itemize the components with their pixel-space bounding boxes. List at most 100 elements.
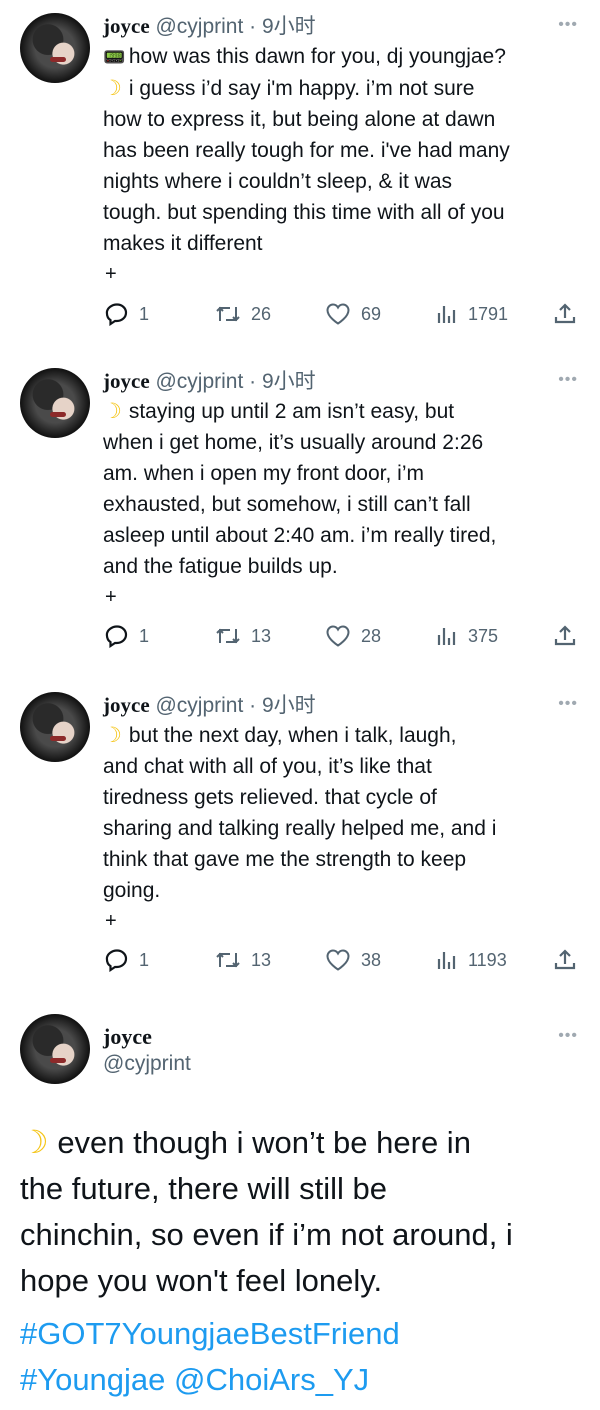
text-line: even though i won’t be here in — [57, 1125, 471, 1160]
views-icon — [437, 952, 456, 969]
text-line: sharing and talking really helped me, an… — [103, 817, 497, 840]
tweet-text: 📟 how was this dawn for you, dj youngjae… — [103, 41, 583, 290]
tweet-header: joyce @cyjprint · 9小时 — [103, 10, 316, 40]
hashtags: #GOT7YoungjaeBestFriend #Youngjae @ChoiA… — [20, 1311, 580, 1403]
retweet-button[interactable]: 13 — [215, 621, 271, 651]
display-name[interactable]: joyce — [103, 14, 150, 38]
user-handle[interactable]: @cyjprint — [155, 15, 243, 38]
timestamp[interactable]: · 9小时 — [243, 15, 316, 38]
pager-emoji: 📟 — [103, 47, 126, 67]
reply-button[interactable]: 1 — [105, 945, 149, 975]
text-line: makes it different — [103, 232, 263, 255]
like-count: 38 — [361, 949, 382, 970]
retweet-icon — [216, 306, 240, 322]
action-bar: 1 13 28 375 — [103, 621, 583, 651]
text-line: how was this dawn for you, dj youngjae? — [128, 45, 506, 68]
like-button[interactable]: 69 — [325, 299, 381, 329]
text-line: going. — [103, 879, 161, 902]
text-line: i guess i’d say i'm happy. i’m not sure — [128, 77, 475, 100]
text-line: exhausted, but somehow, i still can’t fa… — [103, 493, 471, 516]
views-button[interactable]: 1791 — [436, 299, 508, 329]
like-count: 28 — [361, 625, 382, 646]
tweet-header: joyce @cyjprint · 9小时 — [103, 365, 316, 395]
text-line: tiredness gets relieved. that cycle of — [103, 786, 437, 809]
share-icon — [554, 625, 576, 646]
text-line: hope you won't feel lonely. — [20, 1263, 383, 1298]
reply-button[interactable]: 1 — [105, 299, 149, 329]
reply-button[interactable]: 1 — [105, 621, 149, 651]
display-name[interactable]: joyce — [103, 1024, 152, 1050]
text-line: staying up until 2 am isn’t easy, but — [128, 400, 455, 423]
text-line: but the next day, when i talk, laugh, — [128, 724, 457, 747]
expand-plus[interactable]: + — [103, 582, 583, 613]
main-tweet-text: ☽ even though i won’t be here in the fut… — [20, 1119, 580, 1304]
action-bar: 1 13 38 1193 — [103, 945, 583, 975]
views-icon — [437, 306, 456, 323]
text-line: am. when i open my front door, i’m — [103, 462, 424, 485]
user-handle[interactable]: @cyjprint — [155, 694, 243, 717]
timestamp[interactable]: · 9小时 — [243, 370, 316, 393]
hashtag-link[interactable]: #GOT7YoungjaeBestFriend — [20, 1311, 580, 1357]
expand-plus[interactable]: + — [103, 259, 583, 290]
like-icon — [326, 303, 350, 325]
text-line: tough. but spending this time with all o… — [103, 201, 505, 224]
reply-icon — [105, 949, 128, 972]
like-count: 69 — [361, 303, 382, 324]
more-icon[interactable]: ••• — [558, 695, 578, 713]
text-line: has been really tough for me. i've had m… — [103, 139, 510, 162]
share-icon — [554, 303, 576, 324]
views-count: 1791 — [468, 303, 509, 324]
like-button[interactable]: 38 — [325, 945, 381, 975]
views-count: 1193 — [468, 949, 507, 970]
crescent-moon-emoji: ☽ — [103, 400, 122, 423]
tweet-text: ☽ but the next day, when i talk, laugh, … — [103, 720, 583, 937]
reply-count: 1 — [139, 625, 150, 646]
retweet-count: 13 — [251, 625, 272, 646]
retweet-button[interactable]: 13 — [215, 945, 271, 975]
reply-icon — [105, 303, 128, 326]
crescent-moon-emoji: ☽ — [103, 724, 122, 747]
text-line: the future, there will still be — [20, 1171, 388, 1206]
retweet-icon — [216, 952, 240, 968]
crescent-moon-emoji: ☽ — [103, 77, 122, 100]
like-icon — [326, 949, 350, 971]
text-line: and the fatigue builds up. — [103, 555, 338, 578]
retweet-icon — [216, 628, 240, 644]
text-line: how to express it, but being alone at da… — [103, 108, 496, 131]
more-icon[interactable]: ••• — [558, 371, 578, 389]
expand-plus[interactable]: + — [103, 906, 583, 937]
tweet-header: joyce @cyjprint · 9小时 — [103, 689, 316, 719]
text-line: and chat with all of you, it’s like that — [103, 755, 432, 778]
display-name[interactable]: joyce — [103, 369, 150, 393]
user-handle[interactable]: @cyjprint — [155, 370, 243, 393]
more-icon[interactable]: ••• — [558, 1027, 578, 1045]
avatar[interactable] — [20, 368, 90, 438]
retweet-button[interactable]: 26 — [215, 299, 271, 329]
avatar[interactable] — [20, 13, 90, 83]
views-button[interactable]: 375 — [436, 621, 498, 651]
text-line: asleep until about 2:40 am. i’m really t… — [103, 524, 497, 547]
reply-count: 1 — [139, 949, 150, 970]
reply-icon — [105, 625, 128, 648]
views-icon — [437, 628, 456, 645]
hashtag-mention-link[interactable]: #Youngjae @ChoiArs_YJ — [20, 1357, 580, 1403]
tweet-text: ☽ staying up until 2 am isn’t easy, but … — [103, 396, 583, 613]
views-count: 375 — [468, 625, 499, 646]
user-handle[interactable]: @cyjprint — [103, 1052, 191, 1076]
avatar[interactable] — [20, 1014, 90, 1084]
views-button[interactable]: 1193 — [436, 945, 507, 975]
timestamp[interactable]: · 9小时 — [243, 694, 316, 717]
retweet-count: 26 — [251, 303, 272, 324]
more-icon[interactable]: ••• — [558, 16, 578, 34]
text-line: nights where i couldn’t sleep, & it was — [103, 170, 453, 193]
share-button[interactable] — [553, 945, 577, 975]
share-button[interactable] — [553, 299, 577, 329]
crescent-moon-emoji: ☽ — [20, 1124, 49, 1160]
share-icon — [554, 949, 576, 970]
retweet-count: 13 — [251, 949, 272, 970]
text-line: think that gave me the strength to keep — [103, 848, 467, 871]
like-button[interactable]: 28 — [325, 621, 381, 651]
display-name[interactable]: joyce — [103, 693, 150, 717]
avatar[interactable] — [20, 692, 90, 762]
share-button[interactable] — [553, 621, 577, 651]
